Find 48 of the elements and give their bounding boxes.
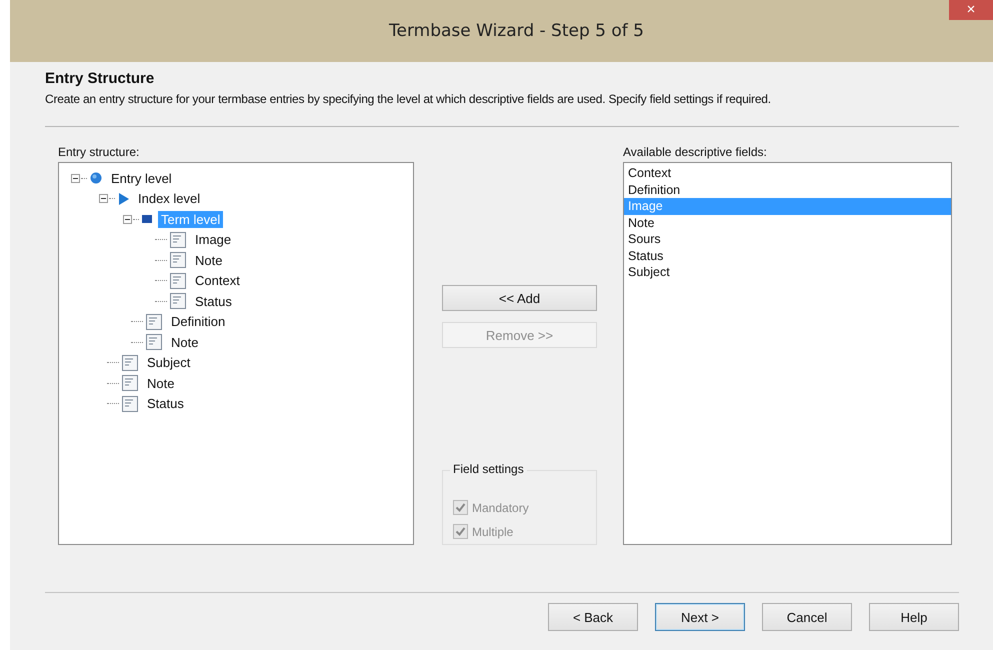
triangle-icon [118, 192, 129, 205]
collapse-toggle-icon[interactable] [123, 214, 132, 224]
list-item[interactable]: Status [624, 248, 951, 264]
tree-item[interactable]: Image [192, 231, 234, 248]
checkbox-label: Mandatory [472, 500, 529, 514]
add-button[interactable]: << Add [442, 285, 597, 311]
document-icon [122, 354, 138, 371]
tree-item[interactable]: Note [144, 374, 178, 392]
field-label: Entry structure: [58, 145, 140, 159]
wizard-button[interactable]: Help [869, 603, 959, 631]
tree-item[interactable]: Subject [144, 354, 194, 372]
group-title: Field settings [450, 462, 527, 476]
document-icon [170, 232, 186, 248]
checkbox-label: Multiple [472, 524, 514, 538]
wizard-button[interactable]: Cancel [762, 603, 852, 631]
entry-structure-tree[interactable]: Entry level Index level Term level Image Note Context Status Definition Note Subject Note Status [58, 162, 414, 545]
document-icon [122, 396, 138, 412]
tree-item[interactable]: Index level [135, 190, 204, 208]
document-icon [122, 375, 138, 392]
close-button[interactable]: × [949, 0, 993, 20]
list-item[interactable]: Context [624, 165, 951, 182]
list-item[interactable]: Sours [624, 231, 951, 248]
collapse-toggle-icon[interactable] [71, 174, 80, 183]
document-icon [170, 272, 186, 289]
document-icon [170, 293, 186, 310]
page-description: Create an entry structure for your termbase entries by specifying the level at which descriptive fields are used. Specify field settings if required. [45, 92, 772, 106]
tree-item[interactable]: Status [192, 292, 235, 310]
wizard-button[interactable]: Next > [655, 603, 745, 631]
field-label: Available descriptive fields: [623, 145, 768, 159]
globe-icon [90, 172, 102, 184]
tree-item[interactable]: Note [168, 334, 202, 351]
document-icon [170, 252, 186, 268]
tree-item[interactable]: Context [192, 272, 243, 290]
tree-item[interactable]: Note [192, 252, 226, 269]
tree-item[interactable]: Definition [168, 313, 228, 330]
square-icon [142, 215, 152, 224]
list-item[interactable]: Subject [624, 264, 951, 280]
list-item[interactable]: Note [624, 214, 951, 231]
page-title: Entry Structure [45, 70, 156, 87]
collapse-toggle-icon[interactable] [99, 194, 108, 204]
window-title: Termbase Wizard - Step 5 of 5 [389, 21, 644, 41]
tree-item[interactable]: Status [144, 395, 187, 412]
fields-list[interactable]: Context Definition Image Note Sours Status Subject [623, 162, 952, 545]
tree-item[interactable]: Entry level [108, 170, 175, 187]
wizard-button[interactable]: < Back [548, 603, 638, 631]
document-icon [146, 334, 162, 350]
list-item[interactable]: Definition [624, 182, 951, 198]
document-icon [146, 314, 162, 330]
